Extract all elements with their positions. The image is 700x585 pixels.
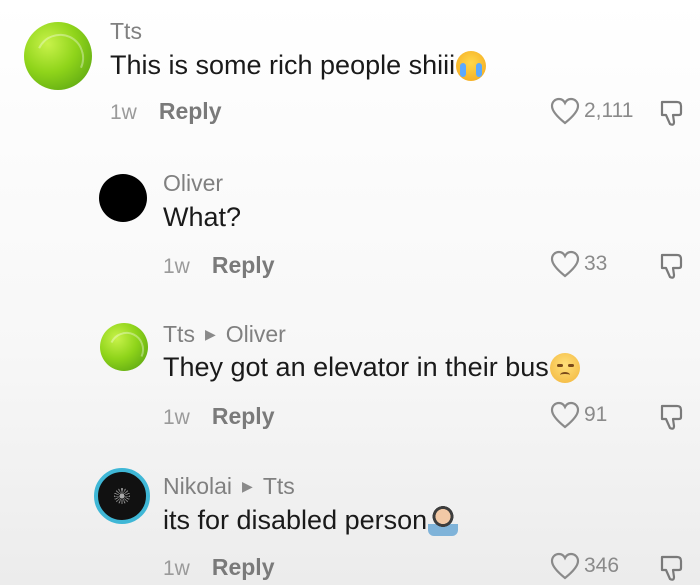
timestamp: 1w [163, 255, 190, 278]
heart-icon [550, 401, 580, 429]
comment-username[interactable]: Tts [110, 18, 142, 45]
comment-username[interactable]: Nikolai ▶ Tts [163, 473, 295, 500]
heart-icon [550, 250, 580, 278]
username[interactable]: Oliver [163, 170, 223, 197]
timestamp: 1w [163, 557, 190, 580]
reply-to-username[interactable]: Tts [263, 473, 295, 500]
comment-meta: 1w Reply [110, 98, 222, 125]
comment-username[interactable]: Oliver [163, 170, 223, 197]
comment-body: They got an elevator in their bus [163, 352, 549, 382]
thumbs-down-icon[interactable] [658, 553, 688, 583]
like-count: 2,111 [584, 99, 634, 122]
like-button[interactable]: 91 [550, 401, 607, 429]
person-facepalming-icon [428, 505, 459, 536]
reply-button[interactable]: Reply [212, 252, 275, 279]
reply-button[interactable]: Reply [212, 403, 275, 430]
avatar[interactable] [24, 22, 92, 90]
like-button[interactable]: 346 [550, 552, 619, 580]
comment-meta: 1w Reply [163, 554, 275, 581]
comment-meta: 1w Reply [163, 403, 275, 430]
avatar[interactable] [100, 323, 148, 371]
username[interactable]: Tts [163, 321, 195, 348]
username[interactable]: Tts [110, 18, 142, 45]
comment-meta: 1w Reply [163, 252, 275, 279]
avatar[interactable] [94, 468, 150, 524]
reply-arrow-icon: ▶ [204, 326, 216, 342]
reply-to-username[interactable]: Oliver [226, 321, 286, 348]
like-button[interactable]: 2,111 [550, 97, 633, 125]
reply-button[interactable]: Reply [159, 98, 222, 125]
relieved-face-icon [549, 352, 580, 383]
comment-text: What? [163, 202, 241, 233]
like-count: 91 [584, 403, 608, 426]
like-count: 346 [584, 554, 620, 577]
reply-button[interactable]: Reply [212, 554, 275, 581]
reply-arrow-icon: ▶ [242, 478, 253, 494]
timestamp: 1w [163, 406, 190, 429]
like-count: 33 [584, 252, 608, 275]
loudly-crying-face-icon [456, 50, 487, 81]
comment-username[interactable]: Tts ▶ Oliver [163, 321, 286, 348]
heart-icon [550, 552, 580, 580]
comment-text: This is some rich people shiii [110, 50, 487, 81]
like-button[interactable]: 33 [550, 250, 607, 278]
avatar[interactable] [99, 174, 147, 222]
username[interactable]: Nikolai [163, 473, 232, 500]
heart-icon [550, 97, 580, 125]
avatar-image [114, 488, 130, 504]
timestamp: 1w [110, 101, 137, 124]
comment-body: its for disabled person [163, 505, 428, 535]
thumbs-down-icon[interactable] [658, 98, 688, 128]
thumbs-down-icon[interactable] [658, 251, 688, 281]
thumbs-down-icon[interactable] [658, 402, 688, 432]
comment-body: This is some rich people shiii [110, 50, 456, 80]
comment-text: They got an elevator in their bus [163, 352, 580, 383]
comment-body: What? [163, 202, 242, 232]
comment-text: its for disabled person [163, 505, 459, 536]
